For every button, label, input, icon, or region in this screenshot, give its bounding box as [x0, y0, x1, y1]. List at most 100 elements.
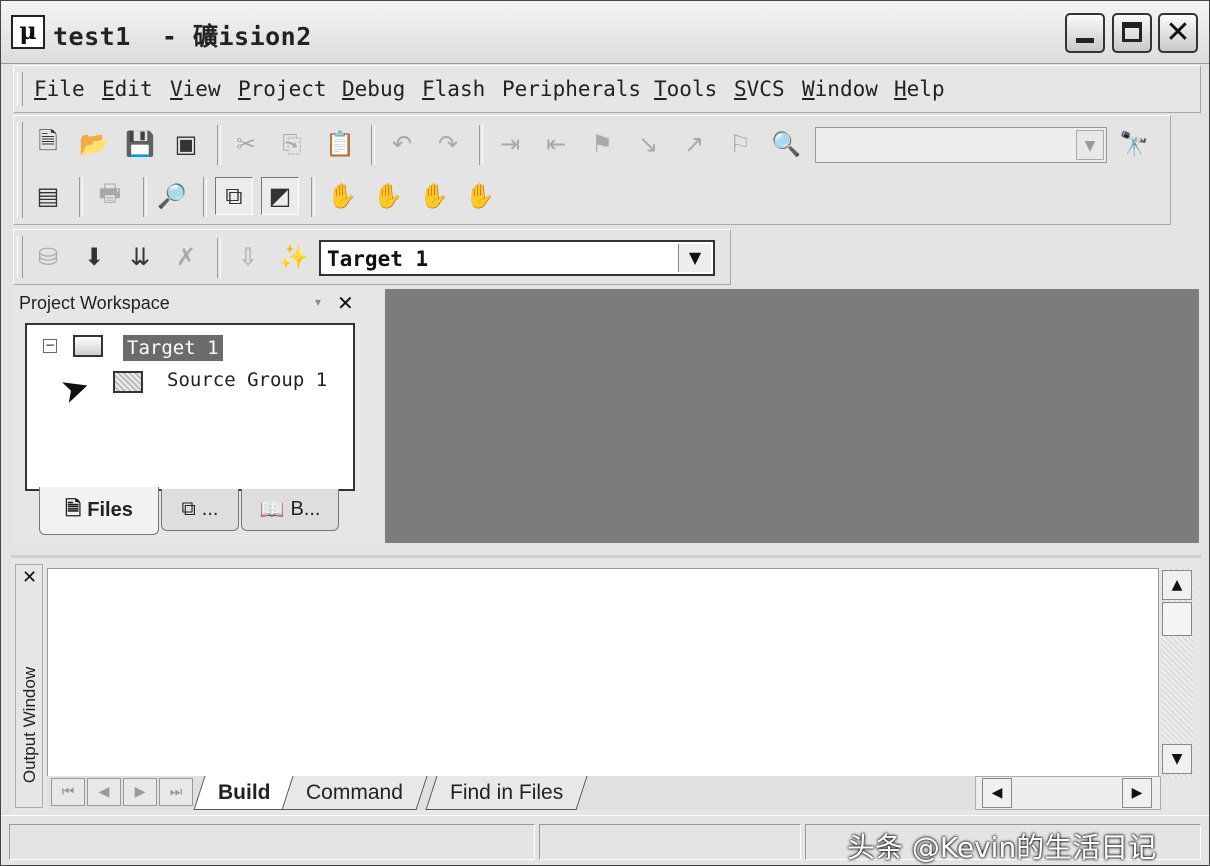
collapse-icon[interactable]: −	[43, 339, 57, 353]
toolbar-separator	[371, 125, 375, 165]
toolbar-separator	[143, 177, 147, 217]
zoom-icon[interactable]: 🔎	[153, 177, 191, 215]
status-bar: 头条 @Kevin的生活日记	[1, 815, 1209, 865]
next-bookmark-icon[interactable]: ↘	[629, 125, 667, 163]
find-combo[interactable]: ▼	[815, 127, 1107, 163]
horizontal-scrollbar[interactable]: ◀ ▶	[975, 776, 1161, 810]
menu-tools[interactable]: Tools	[654, 77, 717, 101]
menu-window[interactable]: Window	[802, 77, 878, 101]
menu-svcs[interactable]: SVCS	[734, 77, 785, 101]
unindent-icon[interactable]: ⇤	[537, 125, 575, 163]
workspace-toggle-icon[interactable]: ⧉	[215, 177, 253, 215]
menubar-grip[interactable]	[17, 72, 23, 106]
workspace-title: Project Workspace	[19, 293, 170, 313]
scroll-right-icon[interactable]: ▶	[1122, 778, 1152, 808]
project-workspace-panel: Project Workspace ▾ ✕ − Target 1 Source …	[11, 289, 383, 543]
tab-build[interactable]: Build	[193, 776, 296, 810]
find-icon[interactable]: 🔭	[1115, 125, 1153, 163]
toolbar-grip[interactable]	[17, 236, 23, 278]
scroll-left-icon[interactable]: ◀	[982, 778, 1012, 808]
target-options-icon[interactable]: ✨	[275, 238, 313, 276]
chevron-down-icon[interactable]: ▼	[678, 244, 711, 272]
menu-bar: File Edit View Project Debug Flash Perip…	[13, 65, 1201, 113]
close-button[interactable]: ✕	[1158, 13, 1198, 53]
tab-regs-label: ...	[201, 498, 219, 520]
menu-flash[interactable]: Flash	[422, 77, 485, 101]
menu-file[interactable]: File	[34, 77, 85, 101]
toolbar-separator	[203, 177, 207, 217]
tab-command[interactable]: Command	[281, 776, 428, 810]
tab-books[interactable]: 📖 B...	[241, 489, 339, 531]
output-text-area[interactable]	[47, 568, 1159, 778]
menu-debug[interactable]: Debug	[342, 77, 405, 101]
toolbar-separator	[217, 125, 221, 165]
debug-hand-icon[interactable]: ✋	[461, 177, 499, 215]
group-folder-icon	[113, 371, 143, 393]
prev-bookmark-icon[interactable]: ↗	[675, 125, 713, 163]
print-icon[interactable]: 🖶	[91, 177, 129, 215]
save-icon[interactable]: 💾	[121, 125, 159, 163]
menu-help[interactable]: Help	[894, 77, 945, 101]
menu-peripherals[interactable]: Peripherals	[502, 77, 641, 101]
translate-icon[interactable]: ⛁	[29, 238, 67, 276]
clear-bookmarks-icon[interactable]: ⚐	[721, 125, 759, 163]
tab-find-in-files[interactable]: Find in Files	[425, 776, 588, 810]
tree-node-target[interactable]: Target 1	[123, 335, 223, 361]
toolbar-grip[interactable]	[17, 122, 23, 218]
compile-icon[interactable]: ▤	[29, 177, 67, 215]
last-tab-icon[interactable]: ⏭	[159, 778, 193, 806]
paste-icon[interactable]: 📋	[321, 125, 359, 163]
new-file-icon[interactable]: 🗎	[29, 125, 67, 163]
rebuild-all-icon[interactable]: ⇊	[121, 238, 159, 276]
tree-node-source-group[interactable]: Source Group 1	[167, 369, 327, 391]
vertical-scrollbar[interactable]: ▲ ▼	[1161, 568, 1193, 778]
bookmark-icon[interactable]: ⚑	[583, 125, 621, 163]
pin-icon[interactable]: ▾	[315, 295, 321, 309]
toolbar-separator	[79, 177, 83, 217]
chevron-down-icon[interactable]: ▼	[1076, 130, 1104, 160]
menu-view[interactable]: View	[170, 77, 221, 101]
close-icon[interactable]: ✕	[22, 567, 37, 588]
close-icon: ✕	[1165, 15, 1191, 50]
find-in-files-icon[interactable]: 🔍	[767, 125, 805, 163]
close-icon[interactable]: ✕	[337, 291, 354, 315]
minimize-button[interactable]	[1065, 13, 1105, 53]
target-select-value: Target 1	[327, 247, 429, 271]
open-file-icon[interactable]: 📂	[75, 125, 113, 163]
app-icon[interactable]: μ	[11, 15, 45, 49]
undo-icon[interactable]: ↶	[383, 125, 421, 163]
menu-edit[interactable]: Edit	[102, 77, 153, 101]
maximize-button[interactable]	[1112, 13, 1152, 53]
tab-files[interactable]: 🗎 Files	[39, 487, 159, 535]
editor-area[interactable]	[385, 289, 1199, 543]
copy-icon[interactable]: ⎘	[273, 125, 311, 163]
output-toggle-icon[interactable]: ◩	[261, 177, 299, 215]
output-window-label: Output Window	[20, 666, 39, 784]
stop-icon[interactable]: ✋	[323, 177, 361, 215]
target-select[interactable]: Target 1 ▼	[319, 240, 715, 276]
first-tab-icon[interactable]: ⏮	[51, 778, 85, 806]
target-folder-icon	[73, 335, 103, 357]
stop-build-icon[interactable]: ✗	[167, 238, 205, 276]
breakpoint-icon[interactable]: ✋	[415, 177, 453, 215]
toolbar-separator	[217, 238, 221, 278]
scroll-thumb[interactable]	[1162, 602, 1192, 636]
title-bar[interactable]: μ test1 - 礦ision2 ✕	[1, 1, 1209, 64]
window-title: test1 - 礦ision2	[53, 22, 312, 51]
tab-regs[interactable]: ⧉ ...	[161, 489, 239, 531]
output-window: ✕ Output Window ▲ ▼ ⏮ ◀ ▶ ⏭ Build Comman…	[11, 555, 1201, 814]
next-tab-icon[interactable]: ▶	[123, 778, 157, 806]
watermark-text: 头条 @Kevin的生活日记	[847, 831, 1157, 864]
save-all-icon[interactable]: ▣	[167, 125, 205, 163]
prev-tab-icon[interactable]: ◀	[87, 778, 121, 806]
indent-icon[interactable]: ⇥	[491, 125, 529, 163]
cut-icon[interactable]: ✂	[227, 125, 265, 163]
redo-icon[interactable]: ↷	[429, 125, 467, 163]
scroll-down-icon[interactable]: ▼	[1162, 744, 1192, 774]
windows-tab-icon: ⧉	[181, 498, 196, 520]
build-target-icon[interactable]: ⬇	[75, 238, 113, 276]
menu-project[interactable]: Project	[238, 77, 327, 101]
source-browser-icon[interactable]: ✋	[369, 177, 407, 215]
scroll-up-icon[interactable]: ▲	[1162, 570, 1192, 600]
load-icon[interactable]: ⇩	[229, 238, 267, 276]
